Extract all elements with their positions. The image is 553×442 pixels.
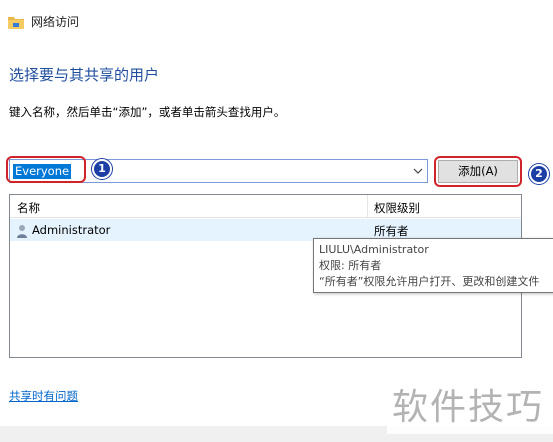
instruction-text: 键入名称，然后单击“添加”，或者单击箭头查找用户。 bbox=[9, 105, 286, 119]
page-heading: 选择要与其共享的用户 bbox=[9, 66, 160, 84]
network-access-window: 网络访问 选择要与其共享的用户 键入名称，然后单击“添加”，或者单击箭头查找用户… bbox=[0, 0, 553, 442]
annotation-highlight-input bbox=[6, 156, 86, 183]
tooltip-line-permission: 权限: 所有者 bbox=[319, 259, 382, 272]
column-header-permission[interactable]: 权限级别 bbox=[374, 200, 420, 216]
tooltip-line-description: “所有者”权限允许用户打开、更改和创建文件 bbox=[319, 275, 540, 288]
user-tooltip: LIULU\Administrator 权限: 所有者 “所有者”权限允许用户打… bbox=[313, 238, 553, 293]
sharing-help-link[interactable]: 共享时有问题 bbox=[9, 388, 78, 404]
column-header-name[interactable]: 名称 bbox=[17, 200, 40, 216]
step-badge-1: 1 bbox=[92, 159, 112, 179]
annotation-highlight-add bbox=[434, 156, 522, 187]
list-header: 名称 权限级别 bbox=[10, 195, 521, 218]
watermark-text: 软件技巧 bbox=[392, 387, 545, 428]
user-icon bbox=[16, 223, 28, 238]
chevron-down-icon[interactable] bbox=[411, 163, 425, 179]
row-permission-level[interactable]: 所有者 bbox=[374, 223, 409, 239]
title-bar: 网络访问 bbox=[0, 0, 553, 44]
row-user-name: Administrator bbox=[32, 223, 111, 237]
column-divider[interactable] bbox=[367, 195, 368, 218]
step-badge-2: 2 bbox=[529, 164, 549, 184]
window-title: 网络访问 bbox=[31, 15, 80, 29]
network-folder-icon bbox=[8, 14, 24, 29]
tooltip-line-account: LIULU\Administrator bbox=[319, 243, 429, 256]
